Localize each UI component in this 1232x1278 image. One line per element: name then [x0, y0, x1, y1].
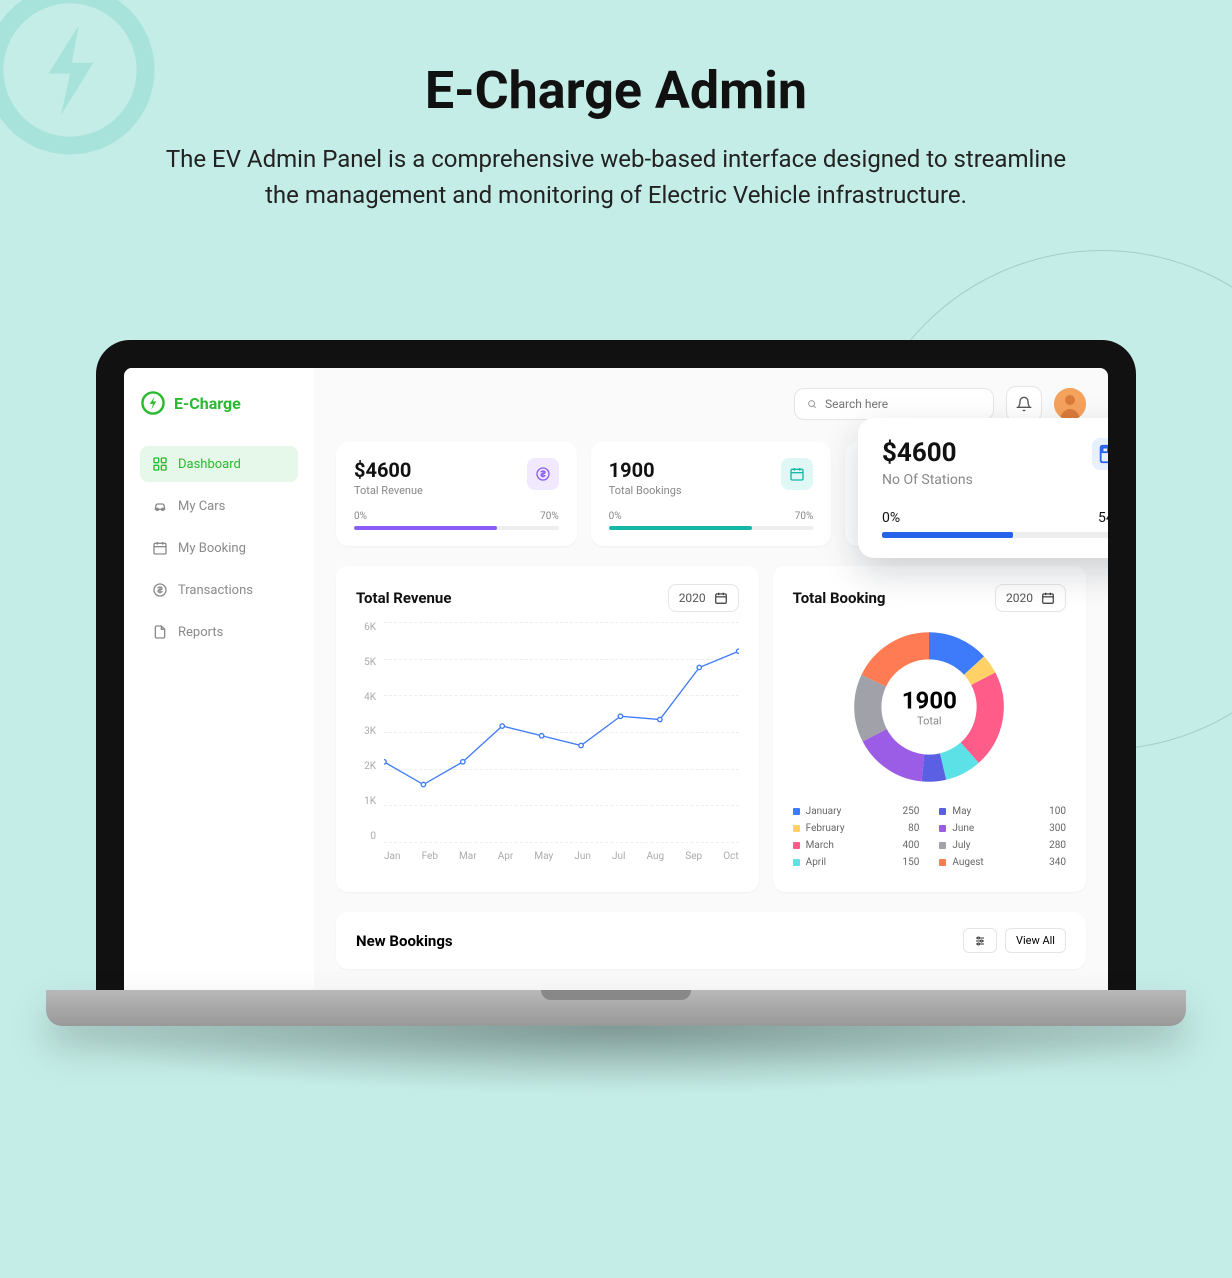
- booking-year-picker[interactable]: 2020: [995, 584, 1066, 612]
- notifications-button[interactable]: [1006, 386, 1042, 422]
- new-bookings-title: New Bookings: [356, 932, 453, 950]
- sliders-icon: [974, 935, 986, 947]
- sidebar-item-dashboard[interactable]: Dashboard: [140, 446, 298, 482]
- bell-icon: [1016, 396, 1032, 412]
- booking-year-value: 2020: [1006, 591, 1033, 605]
- stations-float-card: $4600 No Of Stations 0% 54%: [858, 418, 1108, 558]
- hero-title: E-Charge Admin: [80, 60, 1152, 121]
- user-avatar[interactable]: [1054, 388, 1086, 420]
- brand-logo[interactable]: E-Charge: [140, 390, 298, 416]
- stat-label: Total Revenue: [354, 484, 423, 497]
- dollar-icon: [152, 582, 168, 598]
- search-input[interactable]: [825, 397, 981, 411]
- booking-donut: 1900 Total: [793, 622, 1066, 792]
- booking-legend: January250 February80 March400 April150 May1…: [793, 806, 1066, 874]
- topbar: [336, 386, 1086, 422]
- revenue-chart-title: Total Revenue: [356, 589, 451, 607]
- float-card-label: No Of Stations: [882, 472, 973, 488]
- donut-center-value: 1900: [902, 687, 957, 715]
- float-card-bar-high: 54%: [1098, 510, 1108, 526]
- dollar-icon: [527, 458, 559, 490]
- legend-item-february: February80: [793, 823, 920, 834]
- stat-card-total-revenue: $4600Total Revenue0%70%: [336, 442, 577, 546]
- hero-subtitle: The EV Admin Panel is a comprehensive we…: [156, 141, 1076, 213]
- sidebar-item-label: Reports: [178, 625, 223, 640]
- search-box[interactable]: [794, 388, 994, 420]
- calendar-icon: [152, 540, 168, 556]
- sidebar-item-label: Transactions: [178, 583, 253, 598]
- sidebar-item-label: Dashboard: [178, 457, 241, 472]
- legend-item-may: May100: [939, 806, 1066, 817]
- brand-logo-icon: [140, 390, 166, 416]
- calendar-icon: [781, 458, 813, 490]
- station-icon: [1092, 438, 1108, 470]
- legend-item-april: April150: [793, 857, 920, 868]
- sidebar-item-my-booking[interactable]: My Booking: [140, 530, 298, 566]
- brand-name: E-Charge: [174, 394, 241, 413]
- sidebar-item-transactions[interactable]: Transactions: [140, 572, 298, 608]
- booking-chart-title: Total Booking: [793, 589, 886, 607]
- main-area: $4600Total Revenue0%70%1900Total Booking…: [314, 368, 1108, 990]
- revenue-chart-card: Total Revenue 2020 6K5K4K3K2K1K0 JanFebM…: [336, 566, 759, 892]
- donut-center-label: Total: [902, 715, 957, 728]
- stat-value: 1900: [609, 458, 682, 482]
- float-card-value: $4600: [882, 438, 973, 468]
- stat-value: $4600: [354, 458, 423, 482]
- new-bookings-card: New Bookings View All: [336, 912, 1086, 969]
- revenue-line-chart: 6K5K4K3K2K1K0 JanFebMarAprMayJunJulAugSe…: [356, 622, 739, 862]
- stat-label: Total Bookings: [609, 484, 682, 497]
- float-card-bar-low: 0%: [882, 510, 900, 526]
- booking-chart-card: Total Booking 2020 1900 Total: [773, 566, 1086, 892]
- legend-item-june: June300: [939, 823, 1066, 834]
- file-icon: [152, 624, 168, 640]
- stat-card-total-bookings: 1900Total Bookings0%70%: [591, 442, 832, 546]
- view-all-button[interactable]: View All: [1005, 928, 1066, 953]
- legend-item-march: March400: [793, 840, 920, 851]
- sidebar-item-my-cars[interactable]: My Cars: [140, 488, 298, 524]
- legend-item-july: July280: [939, 840, 1066, 851]
- grid-icon: [152, 456, 168, 472]
- sidebar-item-label: My Booking: [178, 541, 246, 556]
- legend-item-january: January250: [793, 806, 920, 817]
- legend-item-augest: Augest340: [939, 857, 1066, 868]
- avatar-icon: [1054, 388, 1086, 420]
- laptop-frame: E-Charge Dashboard My Cars My Booking Trans…: [96, 340, 1136, 1096]
- calendar-icon: [1041, 591, 1055, 605]
- sidebar-item-reports[interactable]: Reports: [140, 614, 298, 650]
- background-logo-decor: [0, 0, 160, 160]
- revenue-year-value: 2020: [679, 591, 706, 605]
- charts-row: Total Revenue 2020 6K5K4K3K2K1K0 JanFebM…: [336, 566, 1086, 892]
- line-chart-svg: [384, 622, 739, 817]
- filter-button[interactable]: [963, 928, 997, 953]
- calendar-icon: [714, 591, 728, 605]
- revenue-year-picker[interactable]: 2020: [668, 584, 739, 612]
- sidebar-item-label: My Cars: [178, 499, 225, 514]
- car-icon: [152, 498, 168, 514]
- search-icon: [807, 397, 817, 411]
- sidebar: E-Charge Dashboard My Cars My Booking Trans…: [124, 368, 314, 990]
